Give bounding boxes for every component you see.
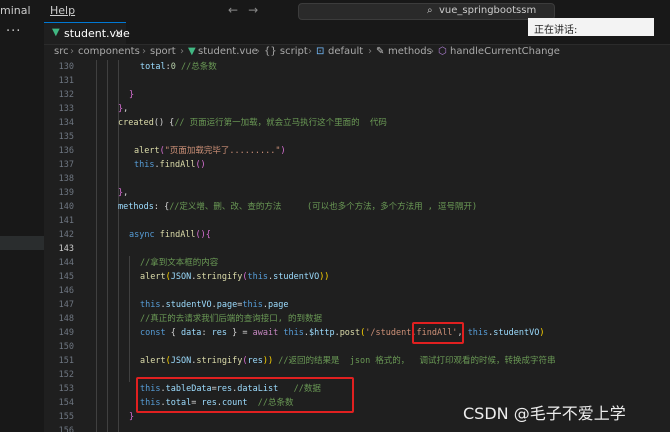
indent-guide — [107, 60, 108, 432]
line-number: 150 — [58, 342, 74, 352]
breadcrumb-item-file[interactable]: student.vue — [198, 46, 258, 57]
code-line-151: alert(JSON.stringify(res)) //返回的结果是 json… — [140, 356, 556, 366]
line-number: 136 — [58, 146, 74, 156]
code-line-130: total:0 //总条数 — [140, 62, 217, 72]
code-line-157: , — [129, 426, 134, 432]
close-icon[interactable]: × — [114, 26, 124, 40]
nav-arrows: ←→ — [228, 3, 268, 17]
breadcrumb-item-default[interactable]: default — [328, 46, 363, 57]
code-line-147: this.studentVO.page=this.page — [140, 300, 289, 310]
line-number: 130 — [58, 62, 74, 72]
chevron-right-icon: › — [308, 46, 312, 57]
breadcrumb-item-method[interactable]: handleCurrentChange — [450, 46, 560, 57]
line-number: 139 — [58, 188, 74, 198]
line-number: 145 — [58, 272, 74, 282]
line-number: 142 — [58, 230, 74, 240]
chevron-right-icon: › — [180, 46, 184, 57]
breadcrumb-item-src[interactable]: src — [54, 46, 69, 57]
chevron-right-icon: › — [256, 46, 260, 57]
indent-guide — [96, 60, 97, 432]
property-wrench-icon: ✎ — [376, 46, 385, 57]
line-number: 148 — [58, 314, 74, 324]
line-number: 155 — [58, 412, 74, 422]
chevron-right-icon: › — [142, 46, 146, 57]
tab-student-vue[interactable]: ▼ student.vue × — [44, 22, 130, 44]
line-number: 147 — [58, 300, 74, 310]
breadcrumb-item-script[interactable]: {} script — [264, 46, 308, 57]
line-number: 152 — [58, 370, 74, 380]
activity-sidebar — [0, 44, 44, 432]
back-arrow-icon[interactable]: ← — [228, 3, 248, 17]
line-number: 156 — [58, 426, 74, 432]
line-number: 141 — [58, 216, 74, 226]
breadcrumb-item-sport[interactable]: sport — [150, 46, 176, 57]
watermark: CSDN @毛子不爱上学 — [463, 404, 626, 423]
command-center-search[interactable]: ⌕ vue_springbootssm — [298, 3, 555, 20]
code-line-144: //拿到文本框的内容 — [140, 258, 219, 268]
code-line-133: }, — [118, 104, 129, 114]
highlight-box-result — [136, 377, 354, 413]
vue-file-icon: ▼ — [188, 46, 196, 57]
line-number: 133 — [58, 104, 74, 114]
code-line-134: created() {// 页面运行第一加载，就会立马执行这个里面的 代码 — [118, 118, 387, 128]
forward-arrow-icon[interactable]: → — [248, 3, 268, 17]
search-text: vue_springbootssm — [439, 5, 537, 16]
line-number: 151 — [58, 356, 74, 366]
code-line-145: alert(JSON.stringify(this.studentVO)) — [140, 272, 330, 282]
line-number: 134 — [58, 118, 74, 128]
sidebar-highlight — [0, 236, 44, 250]
line-number: 154 — [58, 398, 74, 408]
code-line-132: } — [129, 90, 135, 100]
code-line-149: const { data: res } = await this.$http.p… — [140, 328, 545, 338]
line-number-active: 143 — [58, 244, 74, 254]
chevron-right-icon: › — [368, 46, 372, 57]
code-line-155: } — [129, 412, 135, 422]
line-number: 149 — [58, 328, 74, 338]
line-number: 144 — [58, 258, 74, 268]
line-number: 132 — [58, 90, 74, 100]
search-icon: ⌕ — [427, 5, 433, 16]
highlight-box-findall — [412, 322, 464, 344]
method-cube-icon: ⬡ — [438, 46, 447, 57]
indent-guide — [129, 256, 130, 382]
breadcrumb: src › components › sport › ▼ student.vue… — [44, 44, 670, 60]
line-number: 131 — [58, 76, 74, 86]
code-line-140: methods: {//定义增、删、改、查的方法 (可以也多个方法，多个方法用 … — [118, 202, 478, 212]
line-number: 146 — [58, 286, 74, 296]
code-line-136: alert("页面加载完毕了.........") — [134, 146, 286, 156]
line-number: 135 — [58, 132, 74, 142]
code-line-142: async findAll(){ — [129, 230, 211, 240]
more-icon[interactable]: ··· — [6, 24, 21, 39]
line-number: 153 — [58, 384, 74, 394]
code-line-139: }, — [118, 188, 129, 198]
menu-terminal[interactable]: minal — [0, 4, 31, 17]
speaking-indicator: 正在讲话: — [528, 18, 654, 36]
vue-file-icon: ▼ — [52, 27, 60, 38]
chevron-right-icon: › — [70, 46, 74, 57]
code-line-148: //真正的去请求我们后端的查询接口, 的到数据 — [140, 314, 322, 324]
breadcrumb-item-components[interactable]: components — [78, 46, 140, 57]
menu-help[interactable]: Help — [50, 4, 75, 17]
chevron-right-icon: › — [430, 46, 434, 57]
speaking-label: 正在讲话: — [534, 25, 578, 36]
code-line-137: this.findAll() — [134, 160, 206, 170]
line-number: 140 — [58, 202, 74, 212]
line-number: 138 — [58, 174, 74, 184]
line-number: 137 — [58, 160, 74, 170]
module-icon: ⊡ — [316, 46, 325, 57]
breadcrumb-item-methods[interactable]: methods — [388, 46, 432, 57]
code-editor[interactable]: 130 131 132 133 134 135 136 137 138 139 … — [44, 60, 670, 432]
